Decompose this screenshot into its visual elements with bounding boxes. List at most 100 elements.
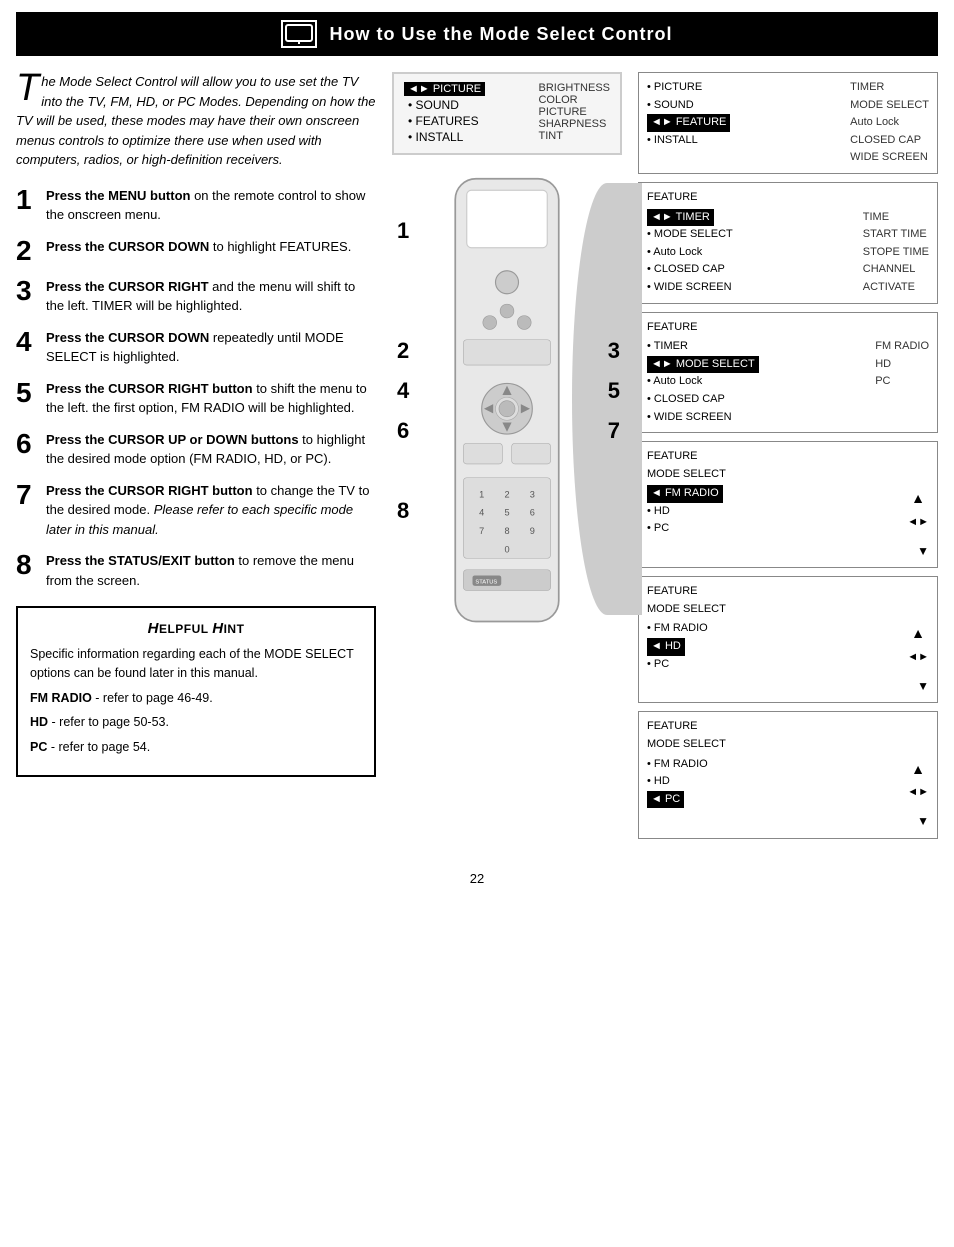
step-text-6: Press the CURSOR UP or DOWN buttons to h… — [46, 430, 376, 469]
screen1-picture: PICTURE — [538, 106, 610, 118]
svg-text:7: 7 — [479, 526, 484, 536]
sd6-up-arrow: ▲ — [911, 622, 925, 644]
sd4-auto-lock: • Auto Lock — [647, 373, 759, 391]
step-number-5: 5 — [16, 379, 38, 407]
sd4-fm: FM RADIO — [875, 338, 929, 356]
screen1-sound: • SOUND — [404, 97, 485, 113]
sd6-hd-highlight: ◄ HD — [647, 638, 685, 656]
step-number-1: 1 — [16, 186, 38, 214]
remote-label-7: 7 — [608, 418, 620, 444]
svg-text:9: 9 — [530, 526, 535, 536]
left-column: The Mode Select Control will allow you t… — [16, 72, 376, 839]
remote-svg: 1 2 3 4 5 6 7 8 9 0 STATUS — [407, 173, 607, 633]
screen1-install: • INSTALL — [404, 129, 485, 145]
step-number-3: 3 — [16, 277, 38, 305]
sd3-start: START TIME — [863, 226, 929, 244]
sd3-closed-cap: • CLOSED CAP — [647, 261, 733, 279]
screen1-sharpness: SHARPNESS — [538, 118, 610, 130]
screen-diagram-3: FEATURE ◄► TIMER • MODE SELECT • Auto Lo… — [638, 182, 938, 304]
step-text-5: Press the CURSOR RIGHT button to shift t… — [46, 379, 376, 418]
sd2-sound: • SOUND — [647, 97, 730, 115]
step-text-8: Press the STATUS/EXIT button to remove t… — [46, 551, 376, 590]
sd3-stope: STOPE TIME — [863, 244, 929, 262]
step-4: 4 Press the CURSOR DOWN repeatedly until… — [16, 328, 376, 367]
sd6-down: ▼ — [647, 677, 929, 696]
screen1-tint: TINT — [538, 130, 610, 142]
sd4-closed-cap: • CLOSED CAP — [647, 391, 759, 409]
step-number-8: 8 — [16, 551, 38, 579]
screen1-features: • FEATURES — [404, 113, 485, 129]
hint-hd: HD - refer to page 50-53. — [30, 713, 362, 732]
hint-fm: FM RADIO - refer to page 46-49. — [30, 689, 362, 708]
sd2-closed-cap: CLOSED CAP — [850, 132, 929, 150]
step-number-6: 6 — [16, 430, 38, 458]
sd3-title: FEATURE — [647, 189, 929, 207]
step-8: 8 Press the STATUS/EXIT button to remove… — [16, 551, 376, 590]
svg-text:5: 5 — [504, 508, 509, 518]
sd7-hd: • HD — [647, 773, 708, 791]
step-text-1: Press the MENU button on the remote cont… — [46, 186, 376, 225]
sd3-activate: ACTIVATE — [863, 279, 929, 297]
right-column: • PICTURE • SOUND ◄► FEATURE • INSTALL T… — [638, 72, 938, 839]
sd7-arrows: ◄► — [907, 784, 929, 802]
intro-body: he Mode Select Control will allow you to… — [16, 74, 376, 167]
page-header: How to Use the Mode Select Control — [16, 12, 938, 56]
page-title: How to Use the Mode Select Control — [329, 24, 672, 45]
screen1-brightness: BRIGHTNESS — [538, 82, 610, 94]
remote-label-3: 3 — [608, 338, 620, 364]
step-3: 3 Press the CURSOR RIGHT and the menu wi… — [16, 277, 376, 316]
sd4-mode-highlight: ◄► MODE SELECT — [647, 356, 759, 374]
steps-list: 1 Press the MENU button on the remote co… — [16, 186, 376, 591]
sd2-timer: TIMER — [850, 79, 929, 97]
sd6-hd-row: ◄ HD — [647, 638, 708, 656]
sd4-timer: • TIMER — [647, 338, 759, 356]
screen-diagram-4: FEATURE • TIMER ◄► MODE SELECT • Auto Lo… — [638, 312, 938, 434]
svg-text:1: 1 — [479, 489, 484, 499]
sd7-up-arrow: ▲ — [911, 758, 925, 780]
screen-diagram-7: FEATURE MODE SELECT • FM RADIO • HD ◄ PC… — [638, 711, 938, 838]
sd3-timer-row: ◄► TIMER — [647, 209, 733, 227]
svg-text:2: 2 — [504, 489, 509, 499]
step-1: 1 Press the MENU button on the remote co… — [16, 186, 376, 225]
sd2-feature-highlight: ◄► FEATURE — [647, 114, 730, 132]
hint-content: Specific information regarding each of t… — [30, 645, 362, 757]
screen-diagram-2: • PICTURE • SOUND ◄► FEATURE • INSTALL T… — [638, 72, 938, 174]
sd5-up-arrow: ▲ — [911, 487, 925, 509]
step-number-7: 7 — [16, 481, 38, 509]
remote-area: 1 2 3 4 5 6 7 8 9 0 STATUS 1 2 4 6 3 — [392, 163, 622, 643]
hint-pc: PC - refer to page 54. — [30, 738, 362, 757]
step-5: 5 Press the CURSOR RIGHT button to shift… — [16, 379, 376, 418]
header-icon — [281, 20, 317, 48]
sd5-subtitle: MODE SELECT — [647, 466, 929, 484]
sd7-pc-highlight: ◄ PC — [647, 791, 684, 809]
sd7-title: FEATURE — [647, 718, 929, 736]
sd2-mode-select: MODE SELECT — [850, 97, 929, 115]
step-2: 2 Press the CURSOR DOWN to highlight FEA… — [16, 237, 376, 265]
svg-text:STATUS: STATUS — [475, 580, 497, 586]
svg-text:4: 4 — [479, 508, 484, 518]
sd6-title: FEATURE — [647, 583, 929, 601]
sd4-hd: HD — [875, 356, 929, 374]
screen-diagram-5: FEATURE MODE SELECT ◄ FM RADIO • HD • PC… — [638, 441, 938, 568]
step-number-2: 2 — [16, 237, 38, 265]
sd5-arrows: ◄► — [907, 514, 929, 532]
sd2-auto-lock: Auto Lock — [850, 114, 929, 132]
sd7-pc-row: ◄ PC — [647, 791, 708, 809]
sd3-wide-screen: • WIDE SCREEN — [647, 279, 733, 297]
sd6-pc: • PC — [647, 656, 708, 674]
sd2-wide-screen: WIDE SCREEN — [850, 149, 929, 167]
middle-column: ◄► PICTURE • SOUND • FEATURES • INSTALL … — [392, 72, 622, 839]
step-7: 7 Press the CURSOR RIGHT button to chang… — [16, 481, 376, 540]
sd5-title: FEATURE — [647, 448, 929, 466]
drop-cap: T — [16, 72, 39, 104]
step-number-4: 4 — [16, 328, 38, 356]
sd5-fm-highlight: ◄ FM RADIO — [647, 485, 723, 503]
remote-label-5: 5 — [608, 378, 620, 404]
svg-text:6: 6 — [530, 508, 535, 518]
sd3-time: TIME — [863, 209, 929, 227]
svg-text:0: 0 — [504, 545, 509, 555]
hint-body: Specific information regarding each of t… — [30, 645, 362, 683]
step-text-4: Press the CURSOR DOWN repeatedly until M… — [46, 328, 376, 367]
sd5-down: ▼ — [647, 542, 929, 561]
sd4-title: FEATURE — [647, 319, 929, 337]
